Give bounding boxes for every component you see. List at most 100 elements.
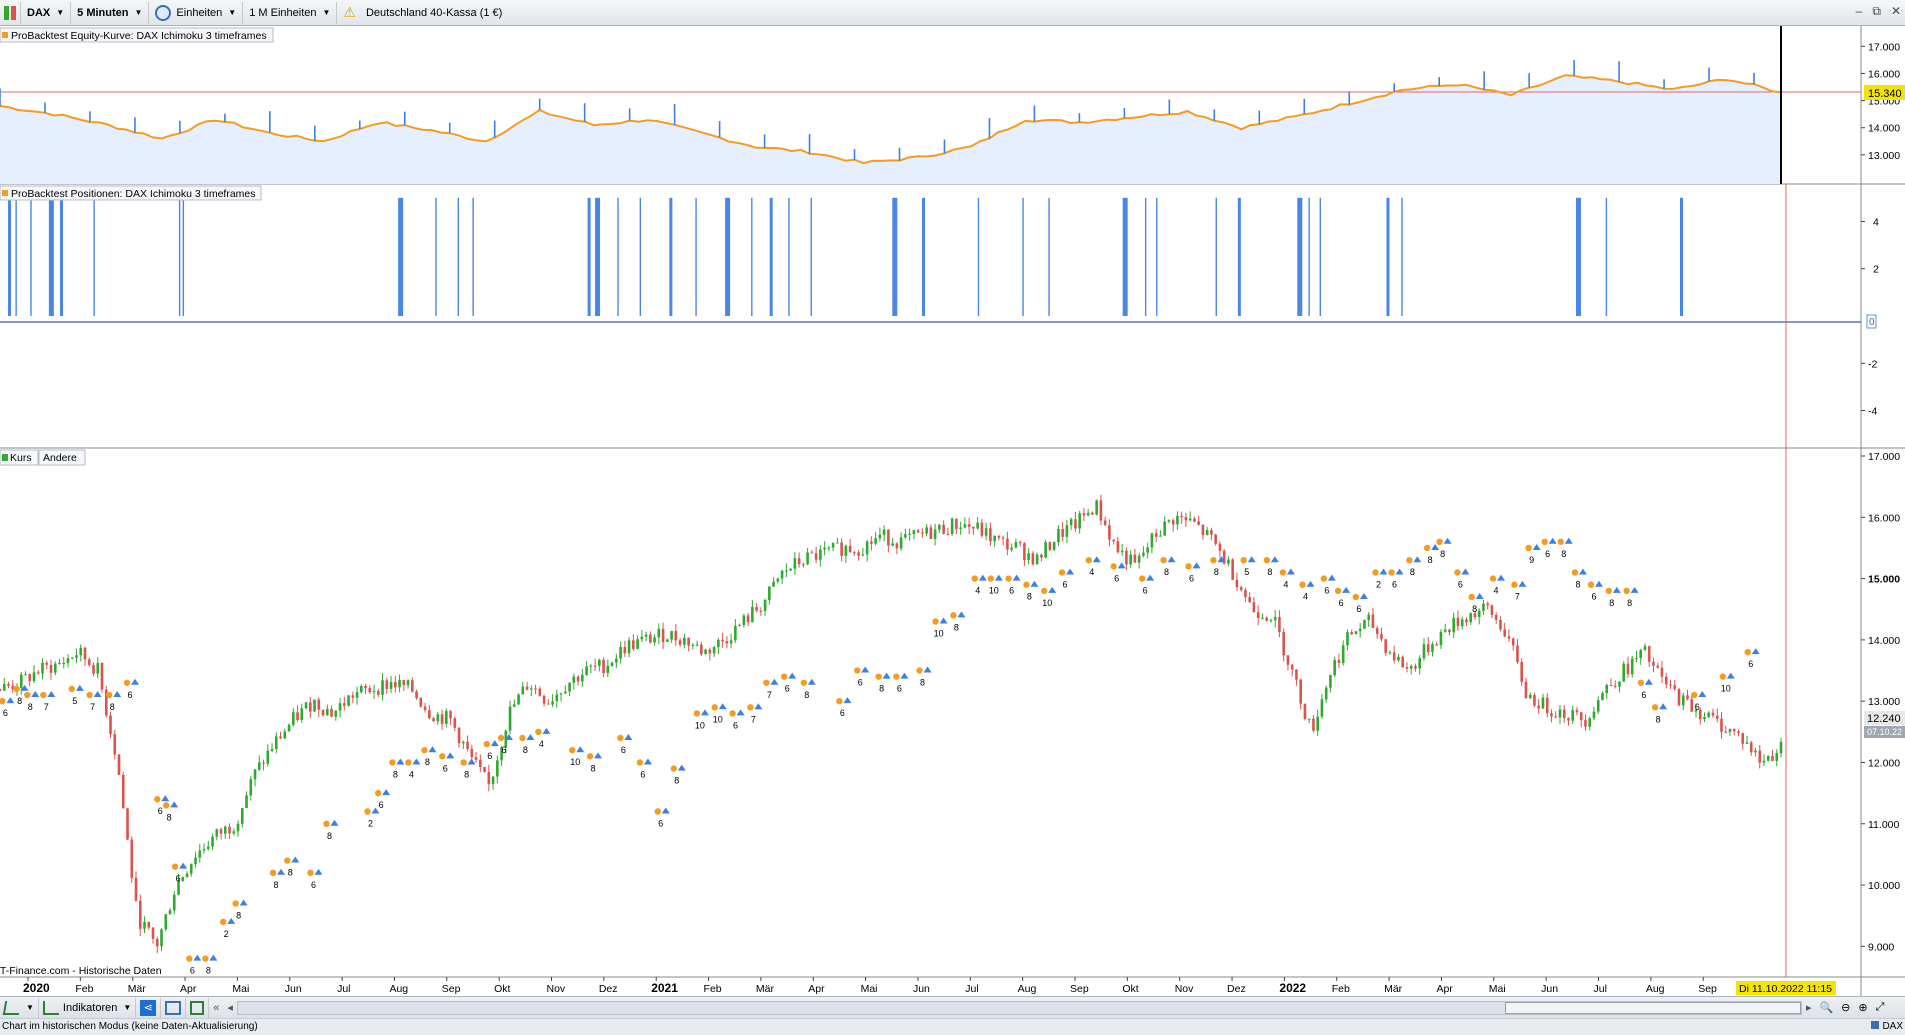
candle-body [1448, 629, 1451, 633]
candle-body [878, 534, 882, 539]
candle-body [976, 522, 979, 529]
sell-signal-marker [389, 759, 396, 766]
last-price: 12.240 [1867, 713, 1901, 725]
candle-body [1078, 513, 1081, 529]
candle-body [79, 647, 83, 656]
trade-signals: 688 757 866866 8288868268 486866 841086668101… [0, 537, 1760, 976]
sell-signal-marker [636, 759, 644, 766]
sell-signal-marker [1299, 581, 1306, 588]
zoom-area-button[interactable]: 🔍 [1815, 998, 1837, 1018]
buy-signal-marker [843, 697, 852, 704]
sell-signal-marker [670, 765, 677, 772]
units-select[interactable]: Einheiten ▼ [149, 1, 244, 24]
buy-signal-marker [736, 709, 745, 716]
candle-body [24, 674, 27, 676]
restore-icon[interactable]: ⧉ [1872, 4, 1881, 19]
candle-body [623, 647, 627, 654]
time-tick-label: Mai [1489, 983, 1506, 995]
candle-body [874, 538, 877, 544]
candle-body [1129, 554, 1132, 565]
candle-body [1205, 529, 1209, 536]
buy-signal-marker [75, 684, 84, 691]
candle-body [572, 676, 576, 683]
candle-body [581, 674, 584, 682]
candle-body [1184, 517, 1188, 521]
position-bar [892, 197, 898, 316]
sell-signal-marker [439, 753, 446, 760]
candle-body [66, 658, 70, 663]
candle-body [1333, 659, 1336, 676]
candle-body [1188, 518, 1192, 521]
price-tick-label: 15.000 [1868, 574, 1900, 586]
candle-body [1656, 665, 1660, 668]
share-button[interactable]: ⋖ [136, 997, 162, 1018]
candle-body [598, 659, 601, 666]
candle-body [1639, 649, 1643, 658]
candle-body [83, 647, 87, 660]
signal-label: 6 [176, 874, 181, 884]
signal-label: 6 [897, 684, 902, 694]
candle-body [1588, 718, 1592, 727]
candle-body [49, 664, 53, 673]
position-bar [178, 197, 181, 316]
candle-body [938, 524, 941, 530]
position-bar [1680, 197, 1683, 316]
candle-body [1482, 603, 1485, 611]
tab-andere[interactable]: Andere [38, 449, 86, 466]
candle-body [721, 639, 724, 642]
sell-signal-marker [1637, 679, 1645, 686]
candle-body [1392, 652, 1396, 661]
sell-signal-marker [1744, 648, 1751, 656]
candle-body [946, 533, 950, 535]
fit-button[interactable]: ⤢ [1872, 998, 1889, 1018]
scrollbar-thumb[interactable] [1504, 1001, 1801, 1014]
equity-panel-label[interactable]: ProBacktest Equity-Kurve: DAX Ichimoku 3… [0, 27, 274, 43]
chevron-down-icon: ▼ [56, 8, 65, 17]
zoom-out-button[interactable]: ⊖ [1837, 998, 1854, 1018]
sell-signal-marker [1511, 581, 1518, 588]
candle-body [1201, 524, 1205, 536]
backtest-button[interactable] [186, 997, 210, 1018]
buy-signal-marker [1030, 580, 1039, 587]
candle-body [121, 775, 125, 809]
scroll-left-button[interactable]: ◂ [223, 998, 237, 1018]
sell-signal-marker [747, 704, 754, 711]
drawing-tools-button[interactable]: ▼ [0, 997, 39, 1018]
candle-body [1579, 712, 1583, 721]
timeframe-select[interactable]: 5 Minuten ▼ [71, 1, 150, 24]
signal-label: 4 [1303, 592, 1308, 602]
horizontal-scrollbar[interactable] [236, 1000, 1802, 1015]
scroll-right-button[interactable]: ▸ [1802, 998, 1816, 1018]
scroll-left-fast-button[interactable]: « [209, 998, 223, 1018]
sell-signal-marker [123, 679, 131, 686]
layout-button[interactable] [161, 997, 187, 1018]
candle-body [1112, 539, 1115, 542]
symbol-select[interactable]: DAX ▼ [21, 1, 72, 24]
close-icon[interactable]: ✕ [1891, 4, 1901, 19]
candle-body [1290, 664, 1294, 670]
candle-body [215, 829, 219, 837]
candle-body [538, 688, 542, 696]
candle-body [1664, 676, 1668, 685]
positions-panel-label[interactable]: ProBacktest Positionen: DAX Ichimoku 3 t… [0, 185, 262, 201]
tab-kurs[interactable]: Kurs [0, 449, 39, 466]
chart-area[interactable]: 17.000 16.000 15.000 14.000 13.000 15.340 Pr… [0, 26, 1905, 996]
zoom-in-button[interactable]: ⊕ [1854, 998, 1871, 1018]
indicators-button[interactable]: Indikatoren ▼ [39, 997, 137, 1018]
sell-signal-marker [950, 612, 957, 619]
units-count-select[interactable]: 1 M Einheiten ▼ [243, 1, 338, 24]
candle-body [155, 938, 159, 947]
position-bar [977, 197, 980, 316]
candle-body [1486, 603, 1490, 606]
candle-body [513, 704, 516, 707]
sell-signal-marker [535, 728, 542, 736]
chart-type-button[interactable] [0, 1, 21, 24]
minimize-icon[interactable]: – [1856, 4, 1863, 19]
candle-body [381, 680, 384, 695]
candle-body [58, 663, 61, 665]
candle-body [942, 524, 945, 534]
candle-body [819, 549, 822, 560]
instrument-field[interactable]: ⚠ Deutschland 40-Kassa (1 €) [337, 2, 508, 24]
buy-signal-marker [1630, 586, 1639, 593]
sell-signal-marker [1023, 581, 1030, 588]
